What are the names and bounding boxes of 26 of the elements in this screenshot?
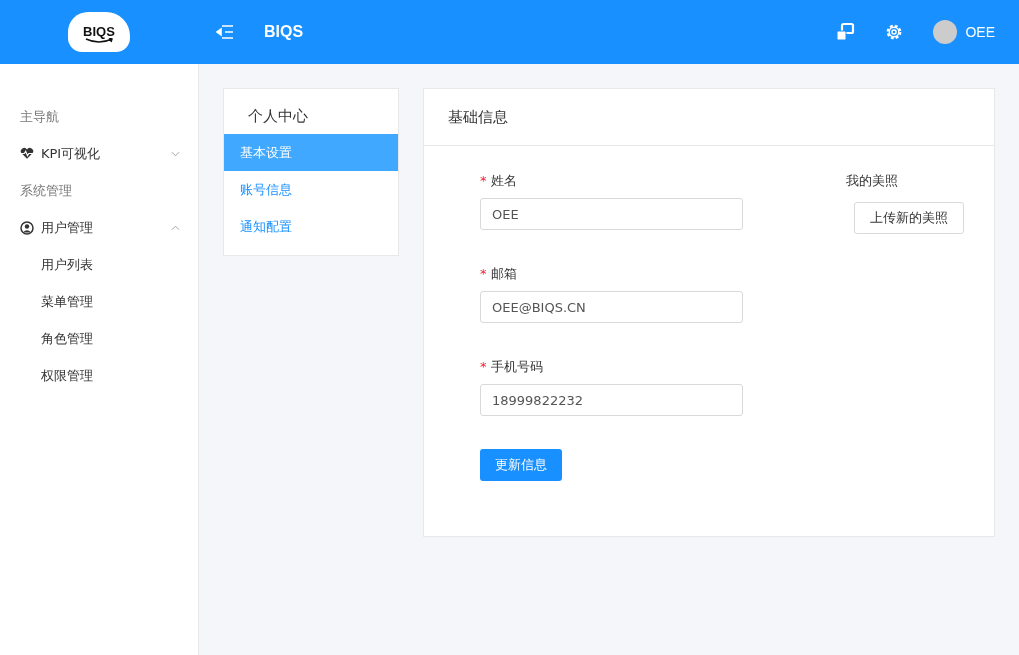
- nav-item[interactable]: 用户管理: [0, 209, 198, 246]
- section-label: 系统管理: [19, 182, 73, 200]
- menu-fold-icon[interactable]: [216, 25, 234, 39]
- field-label: * 手机号码: [480, 358, 544, 376]
- input-field[interactable]: OEE@BIQS.CN: [480, 291, 743, 323]
- nav-subitem[interactable]: 角色管理: [0, 320, 198, 357]
- input-field[interactable]: OEE: [480, 198, 743, 230]
- avatar[interactable]: [933, 20, 958, 44]
- nav-item[interactable]: KPI可视化: [0, 135, 198, 172]
- card-title: 基础信息: [448, 107, 508, 127]
- app-title: BIQS: [264, 23, 304, 41]
- nav-subitem[interactable]: 菜单管理: [0, 283, 198, 320]
- section-label: 主导航: [19, 108, 60, 126]
- user-icon: [20, 220, 34, 235]
- heartbeat-icon: [20, 147, 34, 160]
- nav-subitem[interactable]: 权限管理: [0, 357, 198, 394]
- windows-icon[interactable]: [835, 22, 856, 42]
- input-field[interactable]: 18999822232: [480, 384, 743, 416]
- upload-button[interactable]: 上传新的美照: [854, 202, 964, 234]
- field-label: * 姓名: [480, 172, 518, 190]
- cloud-logo: BIQS: [68, 12, 130, 52]
- field-label: * 邮箱: [480, 265, 518, 283]
- photo-label: 我的美照: [846, 172, 899, 190]
- settings-icon[interactable]: [885, 23, 904, 41]
- card-title: 个人中心: [247, 106, 309, 127]
- nav-subitem[interactable]: 用户列表: [0, 246, 198, 283]
